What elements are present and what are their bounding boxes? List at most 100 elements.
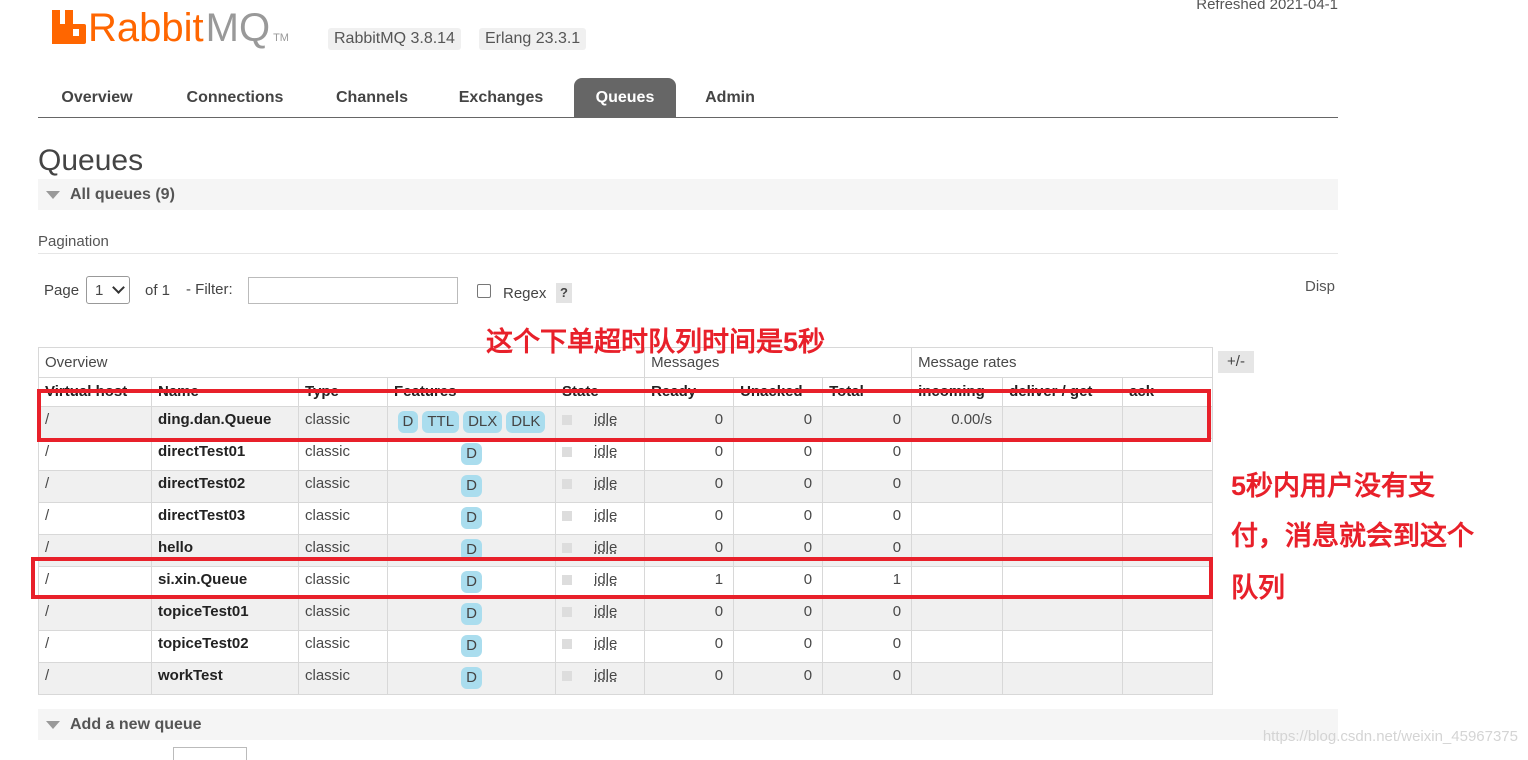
queue-name-link[interactable]: directTest02 <box>151 470 299 503</box>
cell-unacked: 0 <box>733 662 824 695</box>
tab-overview[interactable]: Overview <box>44 78 150 117</box>
cell-ready: 0 <box>644 598 735 631</box>
queue-name-link[interactable]: topiceTest02 <box>151 630 299 663</box>
cell-unacked: 0 <box>733 630 824 663</box>
tab-admin[interactable]: Admin <box>692 78 768 117</box>
queue-name-link[interactable]: workTest <box>151 662 299 695</box>
page-select[interactable]: 1 <box>86 276 130 304</box>
cell-type: classic <box>298 470 388 503</box>
tab-connections[interactable]: Connections <box>170 78 300 117</box>
filter-label: - Filter: <box>186 281 233 298</box>
tab-queues[interactable]: Queues <box>574 78 676 117</box>
cell-incoming <box>911 502 1004 535</box>
highlight-box-ding-dan-queue <box>37 389 1211 442</box>
table-row[interactable]: / directTest02 classic Didle 0 0 0 <box>38 470 1214 503</box>
cell-deliver-get <box>1002 662 1124 695</box>
state-indicator-icon <box>562 447 572 457</box>
queue-name-link[interactable]: directTest03 <box>151 502 299 535</box>
cell-features: D <box>387 630 556 663</box>
tab-exchanges[interactable]: Exchanges <box>444 78 558 117</box>
page-select-value: 1 <box>95 282 104 299</box>
logo-trademark: TM <box>273 32 289 44</box>
cell-features: D <box>387 502 556 535</box>
feature-badge[interactable]: D <box>461 507 482 529</box>
table-row[interactable]: / topiceTest02 classic Didle 0 0 0 <box>38 630 1214 663</box>
collapse-triangle-icon <box>46 190 60 199</box>
cell-state: idle <box>554 662 646 695</box>
cell-ack <box>1122 502 1214 535</box>
cell-unacked: 0 <box>733 502 824 535</box>
cell-ready: 0 <box>644 662 735 695</box>
cell-total: 0 <box>822 502 913 535</box>
annotation-side-line-2: 付，消息就会到这个 <box>1231 521 1474 551</box>
state-indicator-icon <box>562 511 572 521</box>
cell-vhost: / <box>38 662 152 695</box>
tab-channels[interactable]: Channels <box>320 78 424 117</box>
cell-unacked: 0 <box>733 438 824 471</box>
erlang-version-badge: Erlang 23.3.1 <box>479 28 587 50</box>
feature-badge[interactable]: D <box>461 443 482 465</box>
queue-name-link[interactable]: directTest01 <box>151 438 299 471</box>
add-queue-section-toggle[interactable]: Add a new queue <box>38 709 1338 740</box>
cell-incoming <box>911 598 1004 631</box>
rabbitmq-logo[interactable]: Rabbit MQ TM <box>52 8 289 48</box>
state-label: idle <box>594 507 618 524</box>
page-count-label: of 1 <box>145 282 171 299</box>
cell-features: D <box>387 598 556 631</box>
rabbit-logo-icon <box>52 10 86 44</box>
add-queue-form-field[interactable] <box>173 747 247 760</box>
cell-incoming <box>911 470 1004 503</box>
table-row[interactable]: / topiceTest01 classic Didle 0 0 0 <box>38 598 1214 631</box>
refreshed-timestamp: Refreshed 2021-04-1 <box>1196 0 1338 13</box>
collapse-triangle-icon <box>46 720 60 729</box>
annotation-side-line-1: 5秒内用户没有支 <box>1231 471 1436 501</box>
cell-ack <box>1122 662 1214 695</box>
table-row[interactable]: / workTest classic Didle 0 0 0 <box>38 662 1214 695</box>
cell-ready: 0 <box>644 438 735 471</box>
cell-state: idle <box>554 630 646 663</box>
cell-deliver-get <box>1002 598 1124 631</box>
feature-badge[interactable]: D <box>461 603 482 625</box>
cell-vhost: / <box>38 438 152 471</box>
cell-vhost: / <box>38 502 152 535</box>
feature-badge[interactable]: D <box>461 475 482 497</box>
cell-incoming <box>911 438 1004 471</box>
watermark-url: https://blog.csdn.net/weixin_45967375 <box>1262 728 1518 745</box>
page-title: Queues <box>38 144 144 177</box>
cell-deliver-get <box>1002 470 1124 503</box>
pagination-divider <box>38 253 1338 254</box>
feature-badge[interactable]: D <box>461 667 482 689</box>
state-indicator-icon <box>562 543 572 553</box>
highlight-box-si-xin-queue <box>31 557 1213 599</box>
feature-badge[interactable]: D <box>461 635 482 657</box>
cell-features: D <box>387 438 556 471</box>
group-header-message-rates: Message rates <box>911 347 1214 378</box>
cell-ack <box>1122 598 1214 631</box>
cell-ack <box>1122 630 1214 663</box>
regex-help-button[interactable]: ? <box>556 283 572 303</box>
cell-type: classic <box>298 502 388 535</box>
cell-state: idle <box>554 598 646 631</box>
cell-state: idle <box>554 502 646 535</box>
queue-name-link[interactable]: topiceTest01 <box>151 598 299 631</box>
cell-deliver-get <box>1002 630 1124 663</box>
main-nav-tabs: Overview Connections Channels Exchanges … <box>38 78 1338 118</box>
state-label: idle <box>594 603 618 620</box>
cell-ready: 0 <box>644 630 735 663</box>
column-options-button[interactable]: +/- <box>1218 351 1254 373</box>
state-label: idle <box>594 475 618 492</box>
state-label: idle <box>594 635 618 652</box>
rabbitmq-version-badge: RabbitMQ 3.8.14 <box>328 28 461 50</box>
regex-checkbox[interactable] <box>477 284 491 298</box>
filter-input[interactable] <box>248 277 458 304</box>
table-row[interactable]: / directTest01 classic Didle 0 0 0 <box>38 438 1214 471</box>
cell-features: D <box>387 662 556 695</box>
state-indicator-icon <box>562 639 572 649</box>
cell-features: D <box>387 470 556 503</box>
table-row[interactable]: / directTest03 classic Didle 0 0 0 <box>38 502 1214 535</box>
cell-total: 0 <box>822 662 913 695</box>
cell-state: idle <box>554 470 646 503</box>
logo-text-mq: MQ <box>205 6 271 50</box>
all-queues-section-toggle[interactable]: All queues (9) <box>38 179 1338 210</box>
page-label: Page <box>44 282 80 299</box>
